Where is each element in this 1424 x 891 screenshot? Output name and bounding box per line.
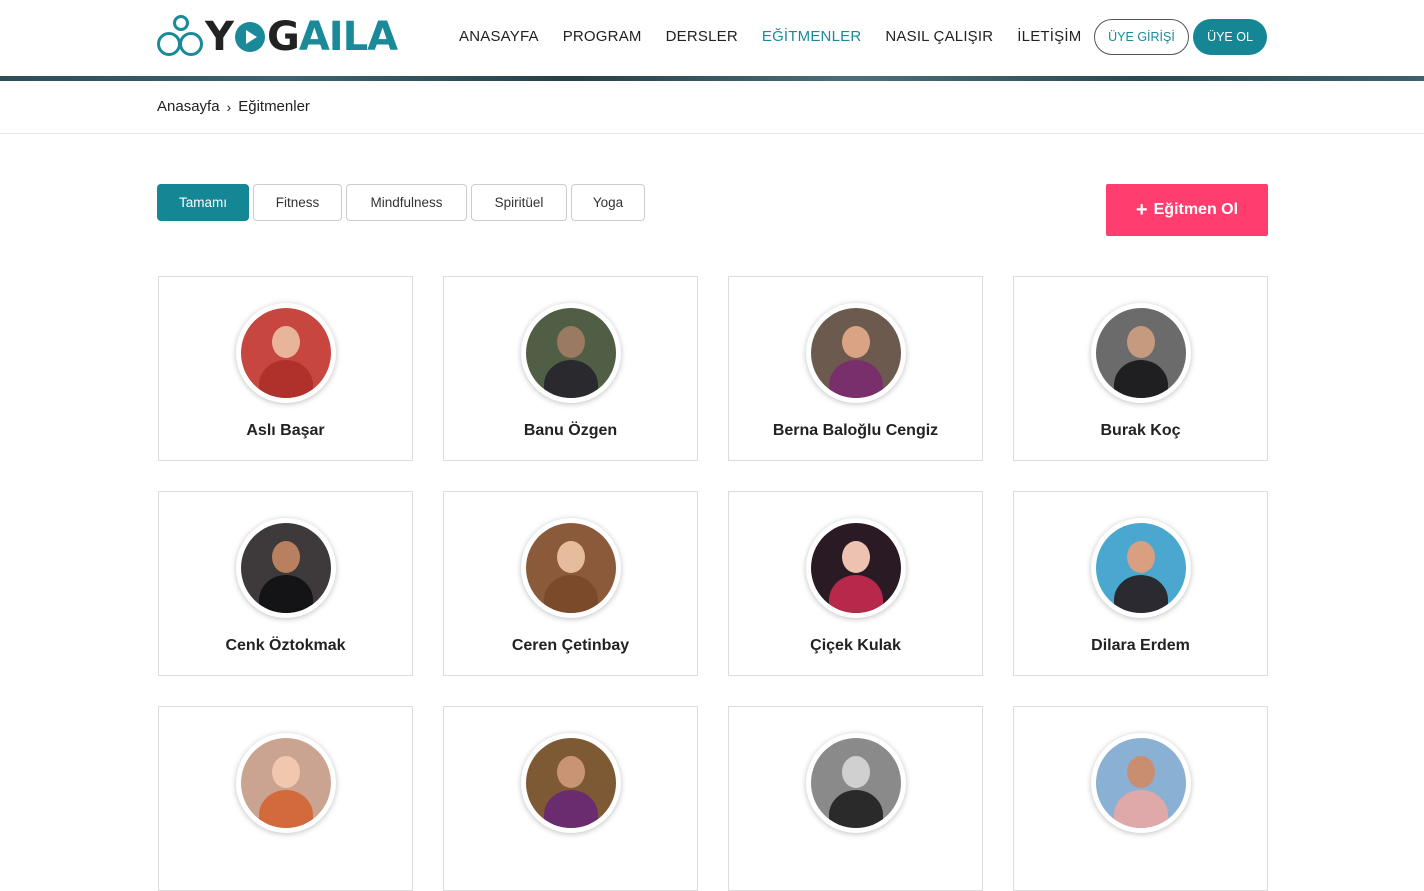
instructor-card[interactable]: Banu Özgen bbox=[443, 276, 698, 461]
avatar bbox=[521, 518, 621, 618]
main-nav: ANASAYFA PROGRAM DERSLER EĞİTMENLER NASIL ÇA… bbox=[459, 28, 1081, 45]
become-instructor-label: Eğitmen Ol bbox=[1153, 201, 1239, 218]
avatar bbox=[806, 733, 906, 833]
instructor-card[interactable] bbox=[158, 706, 413, 891]
instructor-card[interactable]: Ceren Çetinbay bbox=[443, 491, 698, 676]
instructor-name[interactable]: Berna Baloğlu Cengiz bbox=[729, 422, 982, 440]
instructor-name[interactable]: Burak Koç bbox=[1014, 422, 1267, 440]
logo-wordmark: Y G AILA bbox=[205, 14, 398, 60]
instructor-card[interactable]: Berna Baloğlu Cengiz bbox=[728, 276, 983, 461]
category-filter-bar: Tamamı Fitness Mindfulness Spiritüel Yoga bbox=[157, 184, 645, 221]
instructor-name[interactable]: Ceren Çetinbay bbox=[444, 637, 697, 655]
logo-text-accent: AILA bbox=[298, 14, 398, 60]
instructor-card[interactable]: Çiçek Kulak bbox=[728, 491, 983, 676]
avatar bbox=[236, 303, 336, 403]
site-header: Y G AILA ANASAYFA PROGRAM DERSLER EĞİTMENLER N… bbox=[0, 0, 1424, 78]
instructor-name[interactable]: Çiçek Kulak bbox=[729, 637, 982, 655]
avatar bbox=[1091, 303, 1191, 403]
logo-mark-icon bbox=[157, 15, 205, 59]
instructor-name[interactable]: Dilara Erdem bbox=[1014, 637, 1267, 655]
site-logo[interactable]: Y G AILA bbox=[157, 14, 398, 60]
avatar bbox=[521, 733, 621, 833]
filter-tab-4[interactable]: Yoga bbox=[571, 184, 645, 221]
login-button[interactable]: ÜYE GİRİŞİ bbox=[1094, 19, 1189, 55]
instructor-card[interactable] bbox=[728, 706, 983, 891]
nav-link-2[interactable]: DERSLER bbox=[666, 28, 738, 45]
nav-link-5[interactable]: İLETİŞİM bbox=[1017, 28, 1081, 45]
breadcrumb: Anasayfa › Eğitmenler bbox=[157, 98, 310, 115]
avatar bbox=[1091, 518, 1191, 618]
nav-link-3[interactable]: EĞİTMENLER bbox=[762, 28, 862, 45]
instructor-name[interactable]: Banu Özgen bbox=[444, 422, 697, 440]
instructor-card[interactable]: Cenk Öztokmak bbox=[158, 491, 413, 676]
plus-icon: + bbox=[1135, 199, 1148, 221]
breadcrumb-home-link[interactable]: Anasayfa bbox=[157, 98, 220, 115]
nav-link-1[interactable]: PROGRAM bbox=[563, 28, 642, 45]
nav-link-4[interactable]: NASIL ÇALIŞIR bbox=[885, 28, 993, 45]
instructor-card[interactable]: Dilara Erdem bbox=[1013, 491, 1268, 676]
logo-text-dark-rest: G bbox=[266, 14, 300, 60]
filter-tab-0[interactable]: Tamamı bbox=[157, 184, 249, 221]
nav-link-0[interactable]: ANASAYFA bbox=[459, 28, 539, 45]
avatar bbox=[806, 518, 906, 618]
avatar bbox=[521, 303, 621, 403]
filter-tab-2[interactable]: Mindfulness bbox=[346, 184, 467, 221]
instructor-card[interactable]: Burak Koç bbox=[1013, 276, 1268, 461]
avatar bbox=[1091, 733, 1191, 833]
instructor-name[interactable]: Aslı Başar bbox=[159, 422, 412, 440]
avatar bbox=[236, 518, 336, 618]
instructor-card[interactable] bbox=[1013, 706, 1268, 891]
chevron-right-icon: › bbox=[226, 98, 232, 115]
breadcrumb-bar: Anasayfa › Eğitmenler bbox=[0, 81, 1424, 134]
become-instructor-button[interactable]: + Eğitmen Ol bbox=[1106, 184, 1268, 236]
play-icon bbox=[234, 22, 265, 52]
instructor-card[interactable]: Aslı Başar bbox=[158, 276, 413, 461]
filter-tab-1[interactable]: Fitness bbox=[253, 184, 342, 221]
instructor-card[interactable] bbox=[443, 706, 698, 891]
signup-button[interactable]: ÜYE OL bbox=[1193, 19, 1267, 55]
avatar bbox=[806, 303, 906, 403]
filter-tab-3[interactable]: Spiritüel bbox=[471, 184, 567, 221]
instructor-name[interactable]: Cenk Öztokmak bbox=[159, 637, 412, 655]
avatar bbox=[236, 733, 336, 833]
breadcrumb-current: Eğitmenler bbox=[238, 98, 310, 115]
logo-text-dark: Y bbox=[205, 14, 234, 60]
